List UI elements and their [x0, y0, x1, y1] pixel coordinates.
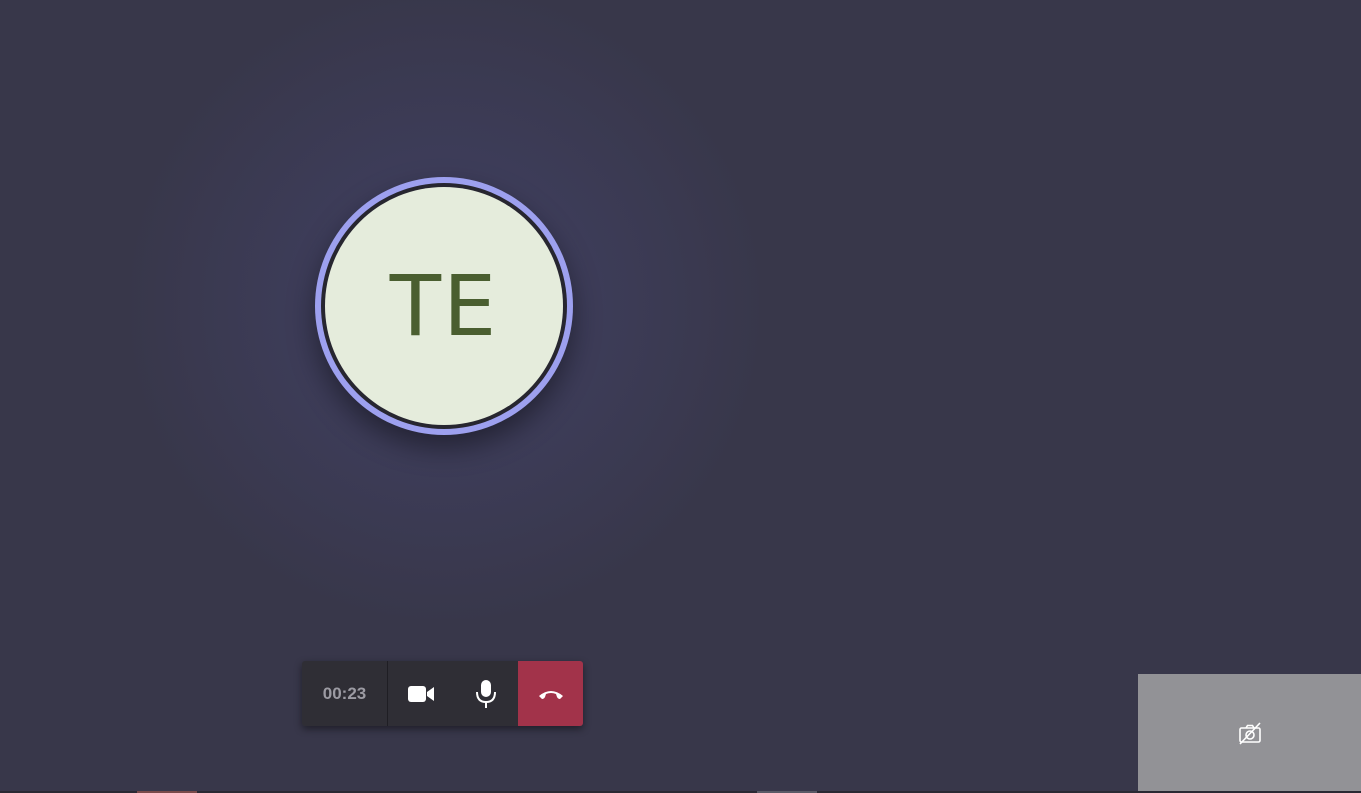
participant-initials: TE	[389, 257, 499, 355]
microphone-icon	[475, 679, 496, 708]
camera-off-icon	[1238, 721, 1261, 745]
speaking-indicator-ring: TE	[315, 177, 573, 435]
hang-up-button[interactable]	[518, 661, 583, 726]
participant-avatar: TE	[325, 187, 563, 425]
microphone-toggle-button[interactable]	[453, 661, 518, 726]
video-camera-icon	[407, 685, 434, 702]
self-video-preview[interactable]	[1138, 674, 1361, 791]
phone-hangup-icon	[538, 690, 563, 699]
video-toggle-button[interactable]	[388, 661, 453, 726]
call-stage: TE 00:23	[0, 0, 1361, 793]
call-controls-bar: 00:23	[302, 661, 583, 726]
call-duration: 00:23	[322, 683, 367, 703]
call-timer: 00:23	[302, 661, 388, 726]
